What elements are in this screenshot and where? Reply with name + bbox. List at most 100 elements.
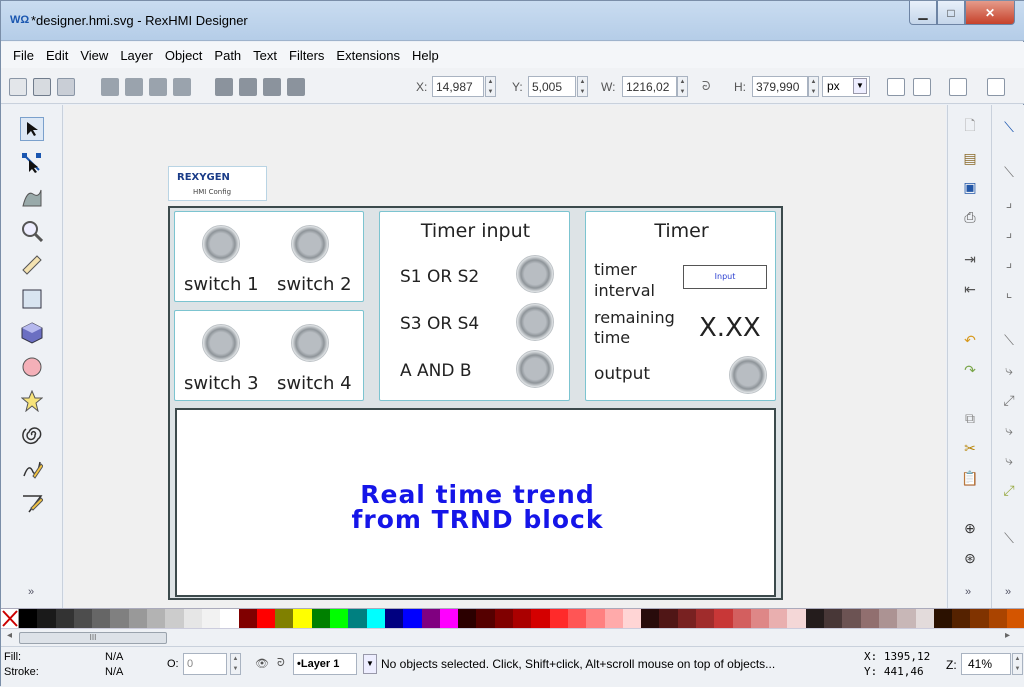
rectangle-tool-icon[interactable] xyxy=(20,287,44,311)
spiral-tool-icon[interactable] xyxy=(20,423,44,447)
deselect-icon[interactable] xyxy=(57,78,75,96)
color-swatch[interactable] xyxy=(641,609,660,628)
undo-icon[interactable]: ↶ xyxy=(961,331,979,349)
color-swatch[interactable] xyxy=(238,609,257,628)
width-field[interactable] xyxy=(622,76,677,97)
height-field[interactable] xyxy=(752,76,808,97)
copy-icon[interactable]: ⧉ xyxy=(961,409,979,427)
zoom-selection-icon[interactable]: ⊕ xyxy=(961,519,979,537)
opacity-field[interactable] xyxy=(183,653,227,675)
switches-panel-top[interactable]: switch 1 switch 2 xyxy=(174,211,364,302)
color-swatch[interactable] xyxy=(384,609,404,628)
stroke-value[interactable]: N/A xyxy=(105,666,123,678)
star-tool-icon[interactable] xyxy=(20,389,44,413)
color-swatch[interactable] xyxy=(275,609,294,628)
raise-icon[interactable] xyxy=(239,78,257,96)
y-field[interactable] xyxy=(528,76,576,97)
color-swatch[interactable] xyxy=(439,609,459,628)
color-swatch[interactable] xyxy=(586,609,605,628)
width-spinner[interactable]: ▲ ▼ xyxy=(677,76,688,97)
print-icon[interactable]: ⎙ xyxy=(961,208,979,226)
zoom-field[interactable] xyxy=(961,653,1011,675)
export-icon[interactable]: ⇤ xyxy=(961,280,979,298)
no-paint-swatch[interactable] xyxy=(1,609,19,628)
close-button[interactable]: ✕ xyxy=(965,1,1015,25)
scale-corners-icon[interactable] xyxy=(913,78,931,96)
timer-panel[interactable]: Timer timer interval Input remaining tim… xyxy=(585,211,776,401)
scroll-left-icon[interactable]: ◂ xyxy=(7,630,12,641)
y-spinner[interactable]: ▲ ▼ xyxy=(577,76,588,97)
color-swatch[interactable] xyxy=(677,609,696,628)
color-swatch[interactable] xyxy=(458,609,477,628)
snap-bbox-center-icon[interactable]: ⌞ xyxy=(1000,283,1018,301)
import-icon[interactable]: ⇥ xyxy=(961,250,979,268)
unit-select[interactable]: px ▼ xyxy=(822,76,870,97)
menu-layer[interactable]: Layer xyxy=(120,48,153,63)
color-swatch[interactable] xyxy=(988,609,1008,628)
color-swatch[interactable] xyxy=(915,609,934,628)
color-swatch[interactable] xyxy=(513,609,532,628)
color-swatch[interactable] xyxy=(549,609,568,628)
flip-horizontal-icon[interactable] xyxy=(149,78,167,96)
menu-filters[interactable]: Filters xyxy=(289,48,324,63)
redo-icon[interactable]: ↷ xyxy=(961,361,979,379)
color-swatch[interactable] xyxy=(37,609,56,628)
color-swatch[interactable] xyxy=(970,609,989,628)
color-swatch[interactable] xyxy=(476,609,495,628)
color-swatch[interactable] xyxy=(805,609,825,628)
menu-edit[interactable]: Edit xyxy=(46,48,68,63)
color-swatch[interactable] xyxy=(311,609,331,628)
x-spinner[interactable]: ▲ ▼ xyxy=(485,76,496,97)
snap-bbox-midpoints-icon[interactable]: ⌟ xyxy=(1000,253,1018,271)
snap-bbox-corners-icon[interactable]: ⌟ xyxy=(1000,223,1018,241)
zoom-spinner[interactable]: ▲ ▼ xyxy=(1012,653,1023,675)
color-swatch[interactable] xyxy=(201,609,221,628)
maximize-button[interactable]: □ xyxy=(937,1,965,25)
color-swatch[interactable] xyxy=(769,609,788,628)
color-swatch[interactable] xyxy=(604,609,623,628)
calligraphy-tool-icon[interactable] xyxy=(20,491,44,515)
zoom-tool-icon[interactable] xyxy=(20,219,44,243)
color-swatch[interactable] xyxy=(567,609,587,628)
color-swatch[interactable] xyxy=(933,609,953,628)
pencil-tool-icon[interactable] xyxy=(20,457,44,481)
color-swatch[interactable] xyxy=(330,609,349,628)
scale-stroke-icon[interactable] xyxy=(887,78,905,96)
trend-area[interactable]: Real time trend from TRND block xyxy=(175,408,776,597)
color-swatch[interactable] xyxy=(695,609,715,628)
a-and-b-lamp[interactable] xyxy=(516,350,554,388)
measure-tool-icon[interactable] xyxy=(20,253,44,277)
visibility-icon[interactable]: 👁 xyxy=(255,657,269,670)
color-swatch[interactable] xyxy=(348,609,367,628)
lower-icon[interactable] xyxy=(263,78,281,96)
color-swatch[interactable] xyxy=(183,609,202,628)
ellipse-tool-icon[interactable] xyxy=(20,355,44,379)
rotate-cw-icon[interactable] xyxy=(125,78,143,96)
output-lamp[interactable] xyxy=(729,356,767,394)
raise-to-top-icon[interactable] xyxy=(215,78,233,96)
color-swatch[interactable] xyxy=(1007,609,1024,628)
color-swatch[interactable] xyxy=(293,609,312,628)
rexygen-logo[interactable]: REXYGEN HMI Config xyxy=(168,166,267,201)
scroll-right-icon[interactable]: ▸ xyxy=(1005,630,1010,641)
cut-icon[interactable]: ✂ xyxy=(961,439,979,457)
snap-midpoints-icon[interactable]: ⤢ xyxy=(1000,481,1018,499)
rotate-ccw-icon[interactable] xyxy=(101,78,119,96)
color-swatch[interactable] xyxy=(421,609,440,628)
lock-icon[interactable]: ᘒ xyxy=(702,79,710,94)
color-swatch[interactable] xyxy=(531,609,550,628)
snap-intersections-icon[interactable]: ⤢ xyxy=(1000,391,1018,409)
switch-3-lamp[interactable] xyxy=(202,324,240,362)
layer-chevron-down-icon[interactable]: ▼ xyxy=(363,654,377,674)
node-tool-icon[interactable] xyxy=(20,151,44,175)
snap-centers-icon[interactable]: ⟍ xyxy=(1000,529,1018,547)
switches-panel-bottom[interactable]: switch 3 switch 4 xyxy=(174,310,364,401)
color-swatch[interactable] xyxy=(110,609,129,628)
color-swatch[interactable] xyxy=(732,609,751,628)
color-swatch[interactable] xyxy=(787,609,806,628)
height-spinner[interactable]: ▲ ▼ xyxy=(808,76,819,97)
color-swatch[interactable] xyxy=(147,609,166,628)
menu-extensions[interactable]: Extensions xyxy=(336,48,400,63)
timer-interval-input[interactable]: Input xyxy=(683,265,767,289)
s1-or-s2-lamp[interactable] xyxy=(516,255,554,293)
